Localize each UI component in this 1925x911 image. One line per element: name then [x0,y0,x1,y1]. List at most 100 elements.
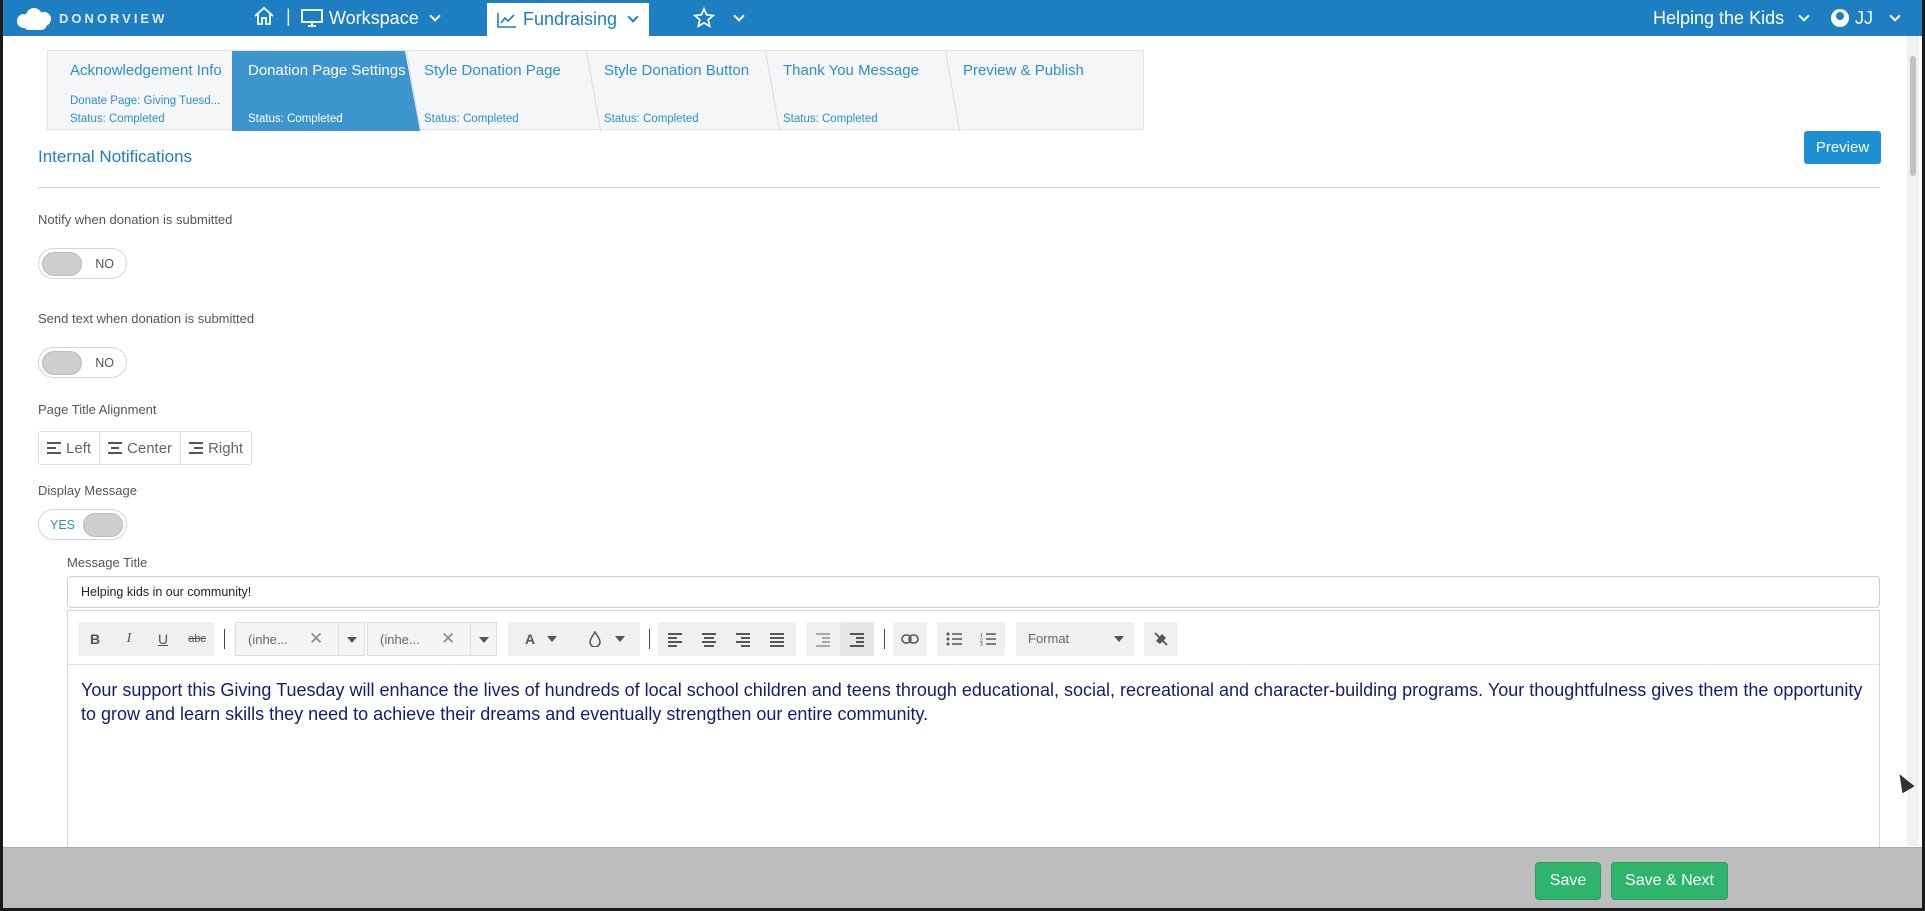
home-icon[interactable] [253,6,275,32]
italic-icon[interactable]: I [112,622,146,656]
chevron-down-icon [429,9,441,22]
step-acknowledgement-info[interactable]: Acknowledgement Info Donate Page: Giving… [48,51,228,131]
message-editor: B I U abc (inhe... ✕ (inhe... ✕ A 1 2 3 … [67,610,1880,860]
nav-favorites[interactable] [693,0,745,36]
caret-down-icon [615,636,625,642]
align-right-label: Right [208,439,244,457]
caret-down-icon [347,637,357,643]
nav-fundraising-label: Fundraising [523,9,618,29]
dropdown-caret[interactable] [338,623,364,655]
align-left-icon [47,442,61,454]
scrollbar-thumb[interactable] [1910,56,1916,176]
step-title: Preview & Publish [963,62,1084,79]
toggle-value: YES [50,518,76,532]
section-title: Internal Notifications [38,147,193,166]
logo[interactable]: DONORVIEW [17,6,167,30]
bullet-list-icon[interactable] [937,622,971,656]
dropdown-caret[interactable] [470,623,496,655]
step-status: Status: Completed [70,113,165,125]
user-circle-icon [1831,9,1849,27]
logo-mark-icon [17,6,53,30]
font-size-select[interactable]: (inhe... ✕ [367,622,497,656]
save-button[interactable]: Save [1535,862,1601,900]
link-icon[interactable] [893,622,927,656]
chevron-down-icon [1889,9,1901,22]
justify-center-icon[interactable] [692,622,726,656]
step-title: Donation Page Settings [248,62,406,79]
step-status: Status: Completed [604,113,699,125]
justify-right-icon[interactable] [726,622,760,656]
caret-down-icon [479,637,489,643]
nav-fundraising[interactable]: Fundraising [487,0,649,36]
font-color-icon: A [524,631,536,647]
notify-toggle[interactable]: NO [38,248,127,279]
step-title: Style Donation Button [604,62,750,79]
preview-button[interactable]: Preview [1804,131,1881,164]
org-label: Helping the Kids [1653,7,1785,28]
clear-formatting-icon[interactable] [1144,622,1178,656]
format-label: Format [1028,631,1070,646]
format-select[interactable]: Format [1016,622,1134,656]
align-center-label: Center [127,439,173,457]
step-style-donation-button[interactable]: Style Donation Button Status: Completed [586,51,766,131]
clear-icon[interactable]: ✕ [441,629,455,649]
toggle-knob [42,252,82,276]
clear-icon[interactable]: ✕ [309,629,323,649]
nav-user-menu[interactable]: JJ [1831,0,1901,36]
caret-down-icon [1114,636,1124,642]
toggle-knob [42,351,82,375]
bold-icon[interactable]: B [78,622,112,656]
outdent-icon[interactable] [806,622,840,656]
display-message-toggle[interactable]: YES [38,509,127,540]
footer-bar: Save Save & Next [3,847,1922,908]
wizard-steps: Acknowledgement Info Donate Page: Giving… [47,50,1144,131]
chart-line-icon [497,12,516,28]
step-subtitle: Donate Page: Giving Tuesd... [70,95,221,107]
justify-full-icon[interactable] [760,622,794,656]
justify-left-icon[interactable] [658,622,692,656]
display-message-label: Display Message [38,483,137,498]
toolbar-separator [649,629,650,649]
nav-workspace[interactable]: Workspace [301,0,441,36]
align-left-label: Left [66,439,92,457]
section-divider [38,187,1880,188]
align-center-button[interactable]: Center [100,432,182,464]
chevron-down-icon [627,11,639,23]
send-text-toggle[interactable]: NO [38,347,127,378]
underline-icon[interactable]: U [146,622,180,656]
indent-icon[interactable] [840,622,874,656]
toggle-value: NO [95,356,114,370]
message-title-label: Message Title [67,555,148,570]
step-status: Status: Completed [783,113,878,125]
step-thank-you-message[interactable]: Thank You Message Status: Completed [765,51,945,131]
numbered-list-icon[interactable]: 123 [971,622,1005,656]
editor-content[interactable]: Your support this Giving Tuesday will en… [81,678,1871,726]
app-frame: DONORVIEW | Workspace Fundraising Helpin… [0,0,1925,911]
font-color-button[interactable]: A [508,622,574,656]
alignment-button-group: Left Center Right [38,431,253,465]
step-preview-publish[interactable]: Preview & Publish [945,51,1125,131]
monitor-icon [301,9,323,27]
save-next-button[interactable]: Save & Next [1611,862,1728,900]
font-family-value: (inhe... [248,632,288,647]
align-left-button[interactable]: Left [39,432,101,464]
align-right-button[interactable]: Right [181,432,252,464]
nav-organization[interactable]: Helping the Kids [1653,0,1810,36]
font-family-select[interactable]: (inhe... ✕ [235,622,365,656]
step-status: Status: Completed [248,113,343,125]
step-status: Status: Completed [424,113,519,125]
step-donation-page-settings[interactable]: Donation Page Settings Status: Completed [232,51,420,131]
message-title-input[interactable]: Helping kids in our community! [67,576,1880,608]
toggle-value: NO [95,257,114,271]
send-text-label: Send text when donation is submitted [38,311,255,326]
logo-text: DONORVIEW [59,10,168,26]
strikethrough-icon[interactable]: abc [180,622,214,656]
background-color-button[interactable] [574,622,640,656]
chevron-down-icon [733,9,745,22]
droplet-icon [589,631,601,647]
editor-toolbar: B I U abc (inhe... ✕ (inhe... ✕ A 1 2 3 … [68,611,1879,665]
step-style-donation-page[interactable]: Style Donation Page Status: Completed [406,51,586,131]
star-icon [693,7,715,28]
align-right-icon [189,442,204,454]
vertical-scrollbar[interactable] [1907,36,1919,846]
